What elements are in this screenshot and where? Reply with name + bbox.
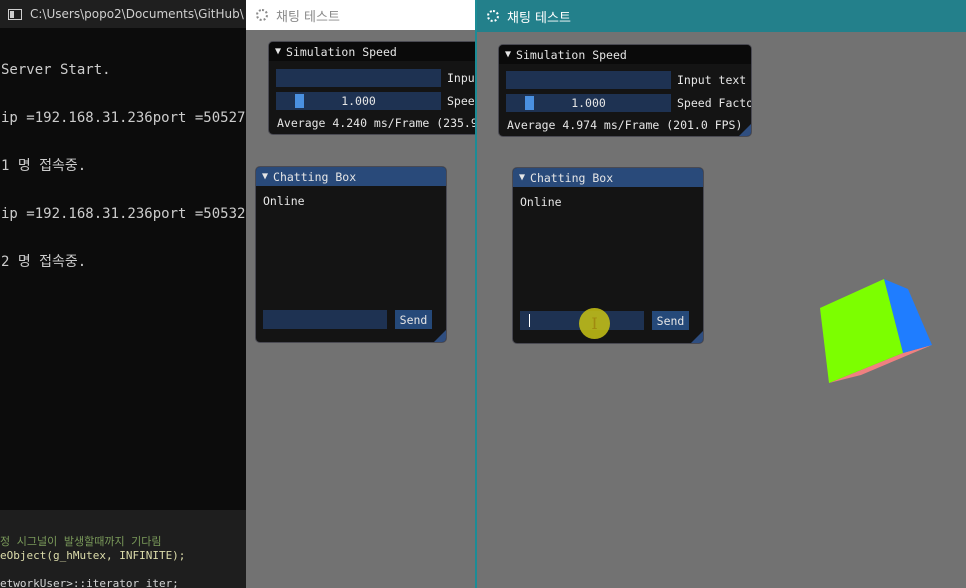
chat-status: Online [520, 195, 562, 209]
collapse-arrow-icon[interactable]: ▼ [262, 171, 268, 182]
code-line: etworkUser>::iterator iter; [0, 577, 179, 588]
window-title: 채팅 테스트 [507, 10, 571, 26]
code-line: eObject(g_hMutex, INFINITE); [0, 549, 186, 562]
text-cursor-icon: I [579, 308, 610, 339]
app-window-front[interactable]: 채팅 테스트 ▼ Simulation Speed Input text 1.0… [475, 0, 966, 588]
panel-titlebar[interactable]: ▼ Chatting Box [513, 168, 703, 187]
collapse-arrow-icon[interactable]: ▼ [505, 49, 511, 60]
panel-title: Simulation Speed [516, 47, 627, 62]
console-titlebar[interactable]: C:\Users\popo2\Documents\GitHub\ [0, 0, 255, 28]
console-window[interactable]: C:\Users\popo2\Documents\GitHub\ Server … [0, 0, 256, 510]
panel-titlebar[interactable]: ▼ Chatting Box [256, 167, 446, 186]
speed-slider[interactable]: 1.000 [276, 92, 441, 110]
input-text-field[interactable] [506, 71, 671, 89]
simulation-speed-panel[interactable]: ▼ Simulation Speed Input 1.000 Speed Ave… [268, 41, 508, 135]
collapse-arrow-icon[interactable]: ▼ [275, 46, 281, 57]
panel-title: Chatting Box [530, 170, 614, 185]
collapse-arrow-icon[interactable]: ▼ [519, 172, 525, 183]
window-title: 채팅 테스트 [276, 9, 340, 25]
panel-titlebar[interactable]: ▼ Simulation Speed [499, 45, 751, 64]
panel-titlebar[interactable]: ▼ Simulation Speed [269, 42, 507, 61]
console-line: Server Start. [1, 62, 111, 78]
frame-average-text: Average 4.240 ms/Frame (235.9 [277, 116, 478, 130]
slider-grab[interactable] [295, 94, 304, 108]
send-button[interactable]: Send [395, 310, 432, 329]
window-titlebar[interactable]: 채팅 테스트 [477, 0, 966, 32]
gear-icon [487, 10, 499, 22]
chat-input[interactable] [263, 310, 387, 329]
console-line: ip =192.168.31.236port =50527 [1, 110, 246, 126]
chatting-box-panel[interactable]: ▼ Chatting Box Online Send [255, 166, 447, 343]
panel-title: Simulation Speed [286, 44, 397, 59]
input-text-field[interactable] [276, 69, 441, 87]
send-button[interactable]: Send [652, 311, 689, 330]
console-line: 2 명 접속중. [1, 254, 87, 270]
code-line: 정 시그널이 발생할때까지 기다림 [0, 535, 162, 548]
code-editor[interactable]: 정 시그널이 발생할때까지 기다림 eObject(g_hMutex, INFI… [0, 510, 256, 588]
console-icon [8, 8, 22, 20]
resize-grip[interactable] [434, 330, 446, 342]
frame-average-text: Average 4.974 ms/Frame (201.0 FPS) [507, 118, 743, 132]
speed-factor-label: Speed Facto [677, 96, 752, 110]
gear-icon [256, 9, 268, 21]
panel-title: Chatting Box [273, 169, 357, 184]
slider-value: 1.000 [571, 96, 606, 110]
text-caret [529, 314, 530, 327]
console-line: 1 명 접속중. [1, 158, 87, 174]
input-text-label: Input text [677, 73, 747, 87]
console-title: C:\Users\popo2\Documents\GitHub\ [30, 7, 244, 21]
console-line: ip =192.168.31.236port =50532 [1, 206, 246, 222]
chat-status: Online [263, 194, 305, 208]
console-output: Server Start. ip =192.168.31.236port =50… [0, 28, 255, 302]
slider-value: 1.000 [341, 94, 376, 108]
resize-grip[interactable] [739, 124, 751, 136]
resize-grip[interactable] [691, 331, 703, 343]
cube-3d [820, 279, 932, 383]
slider-grab[interactable] [525, 96, 534, 110]
simulation-speed-panel[interactable]: ▼ Simulation Speed Input text 1.000 Spee… [498, 44, 752, 137]
speed-slider[interactable]: 1.000 [506, 94, 671, 112]
